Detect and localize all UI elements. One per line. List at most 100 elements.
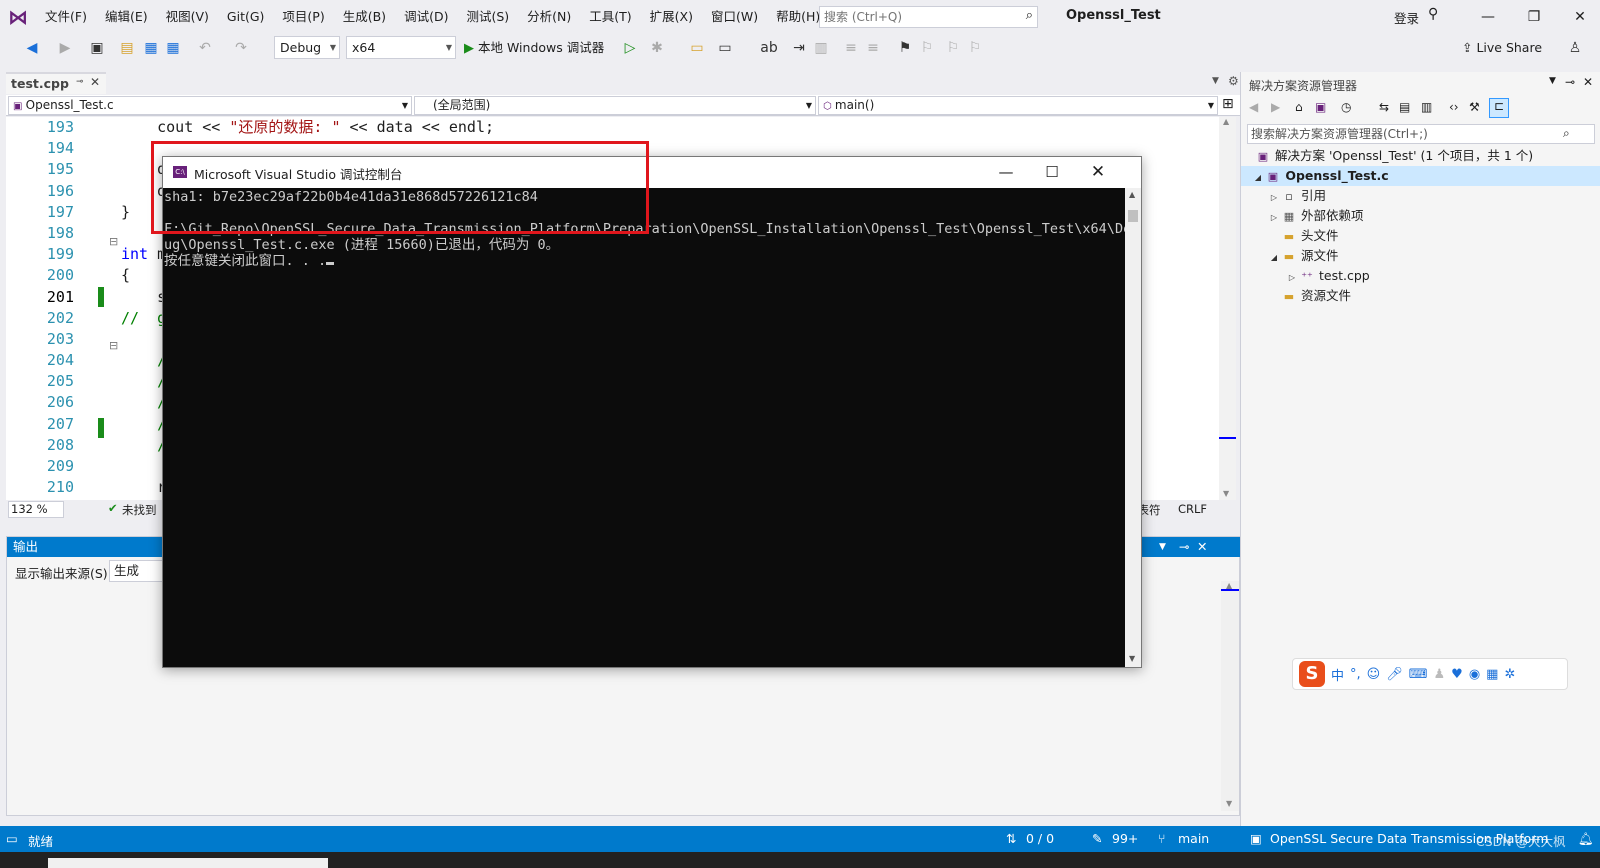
- debug-console-window[interactable]: C:\ Microsoft Visual Studio 调试控制台 — ☐ ✕ …: [162, 156, 1142, 668]
- clear-bookmarks-icon[interactable]: ⚐: [966, 38, 984, 58]
- outdent-icon[interactable]: ≡: [842, 38, 860, 58]
- output-scrollbar[interactable]: ▲ ▼: [1221, 581, 1239, 811]
- hot-reload-icon[interactable]: ✱: [648, 38, 666, 58]
- toolbox-icon[interactable]: ▦: [1486, 667, 1498, 682]
- branch-name[interactable]: main: [1178, 831, 1209, 846]
- redo-icon[interactable]: ↷: [232, 38, 250, 58]
- tab-test-cpp[interactable]: test.cpp ⊸ ✕: [6, 72, 106, 94]
- new-item-icon[interactable]: ▣: [88, 38, 106, 58]
- menu-tools[interactable]: 工具(T): [580, 0, 640, 32]
- scroll-up-icon[interactable]: ▲: [1129, 190, 1135, 199]
- skin-icon[interactable]: ♥: [1451, 667, 1463, 682]
- tree-test-cpp[interactable]: ▷ ⁺⁺ test.cpp: [1285, 266, 1370, 286]
- feedback-icon[interactable]: ♙: [1566, 38, 1584, 58]
- output-source-select[interactable]: 生成: [109, 560, 165, 582]
- next-bookmark-icon[interactable]: ⚐: [944, 38, 962, 58]
- back-icon[interactable]: ◀: [1249, 100, 1258, 114]
- restore-button[interactable]: ❐: [1514, 4, 1554, 30]
- console-titlebar[interactable]: C:\ Microsoft Visual Studio 调试控制台 — ☐ ✕: [163, 157, 1141, 188]
- game-icon[interactable]: ◉: [1469, 667, 1480, 682]
- minimize-button[interactable]: —: [1468, 4, 1508, 30]
- punctuation-icon[interactable]: °,: [1350, 667, 1361, 682]
- menu-analyze[interactable]: 分析(N): [518, 0, 580, 32]
- console-maximize-button[interactable]: ☐: [1029, 157, 1075, 187]
- forward-icon[interactable]: ▶: [1271, 100, 1280, 114]
- changes-counter[interactable]: 99+: [1112, 831, 1138, 846]
- prev-bookmark-icon[interactable]: ⚐: [918, 38, 936, 58]
- project-dropdown[interactable]: ▣ Openssl_Test.c ▼: [8, 96, 412, 115]
- menu-edit[interactable]: 编辑(E): [96, 0, 157, 32]
- settings-gear-icon[interactable]: ⚙: [1228, 74, 1239, 88]
- indent-icon[interactable]: ⇥: [790, 38, 808, 58]
- scroll-down-icon[interactable]: ▼: [1226, 799, 1232, 808]
- tab-list-dropdown-icon[interactable]: ▼: [1212, 76, 1219, 86]
- pin-icon[interactable]: ⊸: [1179, 537, 1189, 557]
- menu-file[interactable]: 文件(F): [36, 0, 96, 32]
- bookmark-icon[interactable]: ⚑: [896, 38, 914, 58]
- tree-references[interactable]: ▷ ▫ 引用: [1267, 186, 1326, 206]
- save-icon[interactable]: ▦: [142, 38, 160, 58]
- collapse-icon[interactable]: ⊟: [109, 339, 118, 352]
- issues-label[interactable]: 未找到: [122, 502, 157, 518]
- search-icon[interactable]: ⌕: [1026, 8, 1033, 23]
- tree-solution[interactable]: ▣ 解决方案 'Openssl_Test' (1 个项目，共 1 个): [1255, 146, 1533, 166]
- console-close-button[interactable]: ✕: [1075, 157, 1121, 187]
- visual-studio-logo-icon[interactable]: ⋈: [8, 6, 34, 28]
- search-icon[interactable]: ⌕: [1563, 126, 1570, 141]
- close-button[interactable]: ✕: [1560, 4, 1600, 30]
- properties-icon[interactable]: ⚒: [1469, 100, 1480, 114]
- console-output[interactable]: sha1: b7e23ec29af22b0b4e41da31e868d57226…: [163, 188, 1139, 667]
- settings-icon[interactable]: ✲: [1504, 667, 1515, 682]
- comment-icon[interactable]: ▥: [812, 38, 830, 58]
- taskbar-search-box[interactable]: [48, 858, 328, 868]
- scope-dropdown[interactable]: (全局范围) ▼: [414, 96, 816, 115]
- zoom-select[interactable]: 132 %: [8, 501, 64, 518]
- microphone-icon[interactable]: 🎤︎: [1386, 667, 1403, 682]
- start-debug-button[interactable]: ▶ 本地 Windows 调试器: [464, 37, 604, 59]
- spellcheck-icon[interactable]: ab: [760, 38, 778, 58]
- sync-icon[interactable]: ⇆: [1379, 100, 1389, 114]
- collapse-icon[interactable]: ⊟: [109, 235, 118, 248]
- align-icon[interactable]: ≡: [864, 38, 882, 58]
- show-all-files-icon[interactable]: ▥: [1421, 100, 1432, 114]
- menu-build[interactable]: 生成(B): [334, 0, 395, 32]
- tree-project[interactable]: ◢ ▣ Openssl_Test.c: [1241, 166, 1600, 186]
- platform-select[interactable]: x64 ▼: [346, 36, 456, 59]
- preview-icon[interactable]: ⊏: [1489, 98, 1509, 118]
- notifications-icon[interactable]: 🔔︎: [1578, 831, 1594, 847]
- sogou-logo-icon[interactable]: S: [1299, 661, 1325, 687]
- scroll-up-icon[interactable]: ▲: [1223, 117, 1229, 126]
- menu-view[interactable]: 视图(V): [157, 0, 218, 32]
- emoji-icon[interactable]: ☺: [1367, 667, 1381, 682]
- menu-test[interactable]: 测试(S): [457, 0, 518, 32]
- user-icon[interactable]: ♟: [1434, 667, 1446, 682]
- member-dropdown[interactable]: ⬡ main() ▼: [818, 96, 1218, 115]
- tree-source-files[interactable]: ◢ ▬ 源文件: [1267, 246, 1339, 266]
- commit-counter[interactable]: 0 / 0: [1026, 831, 1054, 846]
- undo-icon[interactable]: ↶: [196, 38, 214, 58]
- signin-link[interactable]: 登录: [1394, 8, 1419, 27]
- scroll-down-icon[interactable]: ▼: [1223, 489, 1229, 498]
- home-icon[interactable]: ⌂: [1295, 100, 1303, 114]
- start-without-debug-icon[interactable]: ▷: [622, 38, 638, 58]
- tree-header-files[interactable]: ▬ 头文件: [1281, 226, 1339, 246]
- close-panel-icon[interactable]: ✕: [1583, 75, 1593, 89]
- editor-scrollbar[interactable]: ▲ ▼: [1219, 117, 1236, 508]
- live-share-button[interactable]: ⇪ Live Share: [1462, 40, 1542, 55]
- panel-dropdown-icon[interactable]: ▼: [1549, 76, 1556, 86]
- panel-dropdown-icon[interactable]: ▼: [1159, 537, 1166, 557]
- tree-external-deps[interactable]: ▷ ▦ 外部依赖项: [1267, 206, 1364, 226]
- pending-changes-icon[interactable]: ◷: [1341, 100, 1351, 114]
- eol-label[interactable]: CRLF: [1178, 502, 1207, 516]
- close-tab-icon[interactable]: ✕: [90, 75, 100, 89]
- close-panel-icon[interactable]: ✕: [1197, 537, 1207, 557]
- save-all-icon[interactable]: ▦: [164, 38, 182, 58]
- back-icon[interactable]: ◀: [22, 38, 42, 58]
- tree-resource-files[interactable]: ▬ 资源文件: [1281, 286, 1351, 306]
- split-window-icon[interactable]: ⊞: [1222, 96, 1234, 112]
- keyboard-icon[interactable]: ⌨: [1409, 667, 1428, 682]
- console-scrollbar[interactable]: ▲ ▼: [1125, 188, 1141, 667]
- scroll-down-icon[interactable]: ▼: [1129, 654, 1135, 663]
- collapse-all-icon[interactable]: ▤: [1399, 100, 1410, 114]
- ime-toolbar[interactable]: S 中 °, ☺ 🎤︎ ⌨ ♟ ♥ ◉ ▦ ✲: [1292, 658, 1568, 690]
